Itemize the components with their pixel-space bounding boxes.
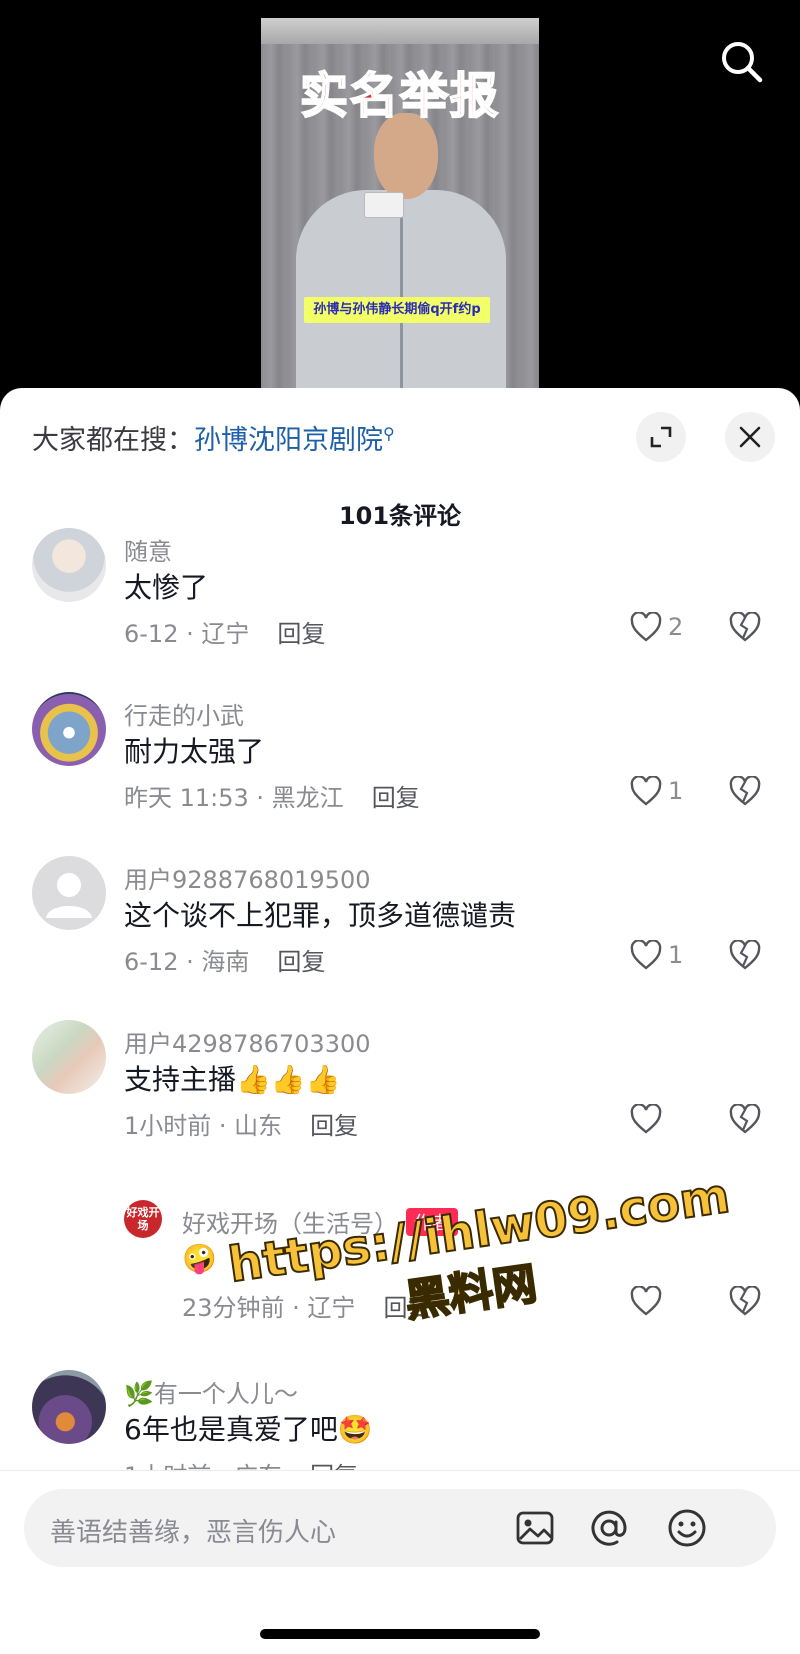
- comment-text: 6年也是真爱了吧🤩: [124, 1413, 373, 1446]
- like-button[interactable]: 2: [630, 612, 683, 642]
- comment-sheet: 大家都在搜：孙博沈阳京剧院⚲ 101条评论 随意 太惨了 6-12 · 辽宁 回复…: [0, 388, 800, 1654]
- mention-icon[interactable]: [588, 1507, 630, 1549]
- search-suggestion-prefix: 大家都在搜：: [32, 425, 194, 456]
- like-button[interactable]: [630, 1286, 662, 1316]
- expand-icon: [650, 426, 672, 448]
- search-suggestion[interactable]: 大家都在搜：孙博沈阳京剧院⚲: [32, 418, 395, 457]
- image-icon[interactable]: [514, 1507, 556, 1549]
- dislike-button[interactable]: [729, 775, 761, 810]
- comment-count: 101条评论: [338, 502, 462, 530]
- comment-username[interactable]: 用户4298786703300: [124, 1024, 371, 1059]
- reply-button[interactable]: 回复: [383, 1294, 431, 1322]
- home-indicator: [260, 1629, 540, 1639]
- comment-input[interactable]: 善语结善缘，恶言伤人心: [24, 1489, 776, 1567]
- close-button[interactable]: [725, 412, 775, 462]
- comment-username[interactable]: 随意: [124, 532, 172, 567]
- curtain-rod: [261, 18, 539, 44]
- like-count: 2: [668, 613, 684, 641]
- comment-username[interactable]: 行走的小武: [124, 696, 244, 731]
- video-title: 实名举报: [299, 67, 500, 125]
- author-badge: 作者: [406, 1208, 458, 1236]
- search-small-icon: ⚲: [383, 424, 395, 443]
- heart-icon: [630, 1286, 662, 1316]
- avatar[interactable]: [32, 1370, 106, 1444]
- like-button[interactable]: [630, 1104, 662, 1134]
- broken-heart-icon: [729, 775, 761, 806]
- broken-heart-icon: [729, 1103, 761, 1134]
- expand-button[interactable]: [636, 412, 686, 462]
- comment-meta: 6-12 · 辽宁: [124, 620, 250, 648]
- comment-meta: 6-12 · 海南: [124, 948, 250, 976]
- default-avatar-icon: [46, 873, 92, 918]
- reply-meta: 23分钟前 · 辽宁: [182, 1294, 356, 1322]
- like-button[interactable]: 1: [630, 776, 683, 806]
- comment-text: 这个谈不上犯罪，顶多道德谴责: [124, 899, 517, 932]
- dislike-button[interactable]: [729, 611, 761, 646]
- like-count: 1: [668, 777, 684, 805]
- search-suggestion-keyword[interactable]: 孙博沈阳京剧院: [194, 425, 383, 456]
- heart-icon: [630, 776, 662, 806]
- broken-heart-icon: [729, 611, 761, 642]
- comment-text: 支持主播👍👍👍: [124, 1063, 341, 1096]
- author-avatar[interactable]: 好戏开场: [124, 1200, 162, 1238]
- close-icon: [739, 426, 761, 448]
- heart-icon: [630, 1104, 662, 1134]
- like-count: 1: [668, 941, 684, 969]
- reply-button[interactable]: 回复: [372, 784, 420, 812]
- avatar[interactable]: [32, 692, 106, 766]
- heart-icon: [630, 612, 662, 642]
- comment-meta: 1小时前 · 山东: [124, 1112, 283, 1140]
- reply-button[interactable]: 回复: [277, 948, 325, 976]
- video-frame: 实名举报 孙博与孙伟静长期偷q开f约p: [261, 18, 539, 400]
- dislike-button[interactable]: [729, 1285, 761, 1320]
- emoji-icon[interactable]: [666, 1507, 708, 1549]
- search-icon[interactable]: [718, 38, 768, 88]
- dislike-button[interactable]: [729, 1103, 761, 1138]
- avatar[interactable]: [32, 856, 106, 930]
- video-caption: 孙博与孙伟静长期偷q开f约p: [304, 297, 490, 323]
- comment-username[interactable]: 用户9288768019500: [124, 860, 371, 895]
- dislike-button[interactable]: [729, 939, 761, 974]
- like-button[interactable]: 1: [630, 940, 683, 970]
- reply-text: 🤪: [182, 1242, 217, 1275]
- avatar[interactable]: [32, 528, 106, 602]
- broken-heart-icon: [729, 1285, 761, 1316]
- comment-input-area: 善语结善缘，恶言伤人心: [0, 1470, 800, 1654]
- comment-text: 太惨了: [124, 571, 209, 604]
- comment-meta: 昨天 11:53 · 黑龙江: [124, 784, 344, 812]
- heart-icon: [630, 940, 662, 970]
- comment-input-placeholder: 善语结善缘，恶言伤人心: [50, 1518, 337, 1548]
- broken-heart-icon: [729, 939, 761, 970]
- reply-button[interactable]: 回复: [277, 620, 325, 648]
- comment-username[interactable]: 🌿有一个人儿～: [124, 1374, 298, 1409]
- reply-button[interactable]: 回复: [310, 1112, 358, 1140]
- comment-text: 耐力太强了: [124, 735, 265, 768]
- id-card: [364, 192, 404, 218]
- avatar[interactable]: [32, 1020, 106, 1094]
- author-username[interactable]: 好戏开场（生活号）: [182, 1210, 398, 1238]
- video-player[interactable]: 实名举报 孙博与孙伟静长期偷q开f约p: [0, 0, 800, 400]
